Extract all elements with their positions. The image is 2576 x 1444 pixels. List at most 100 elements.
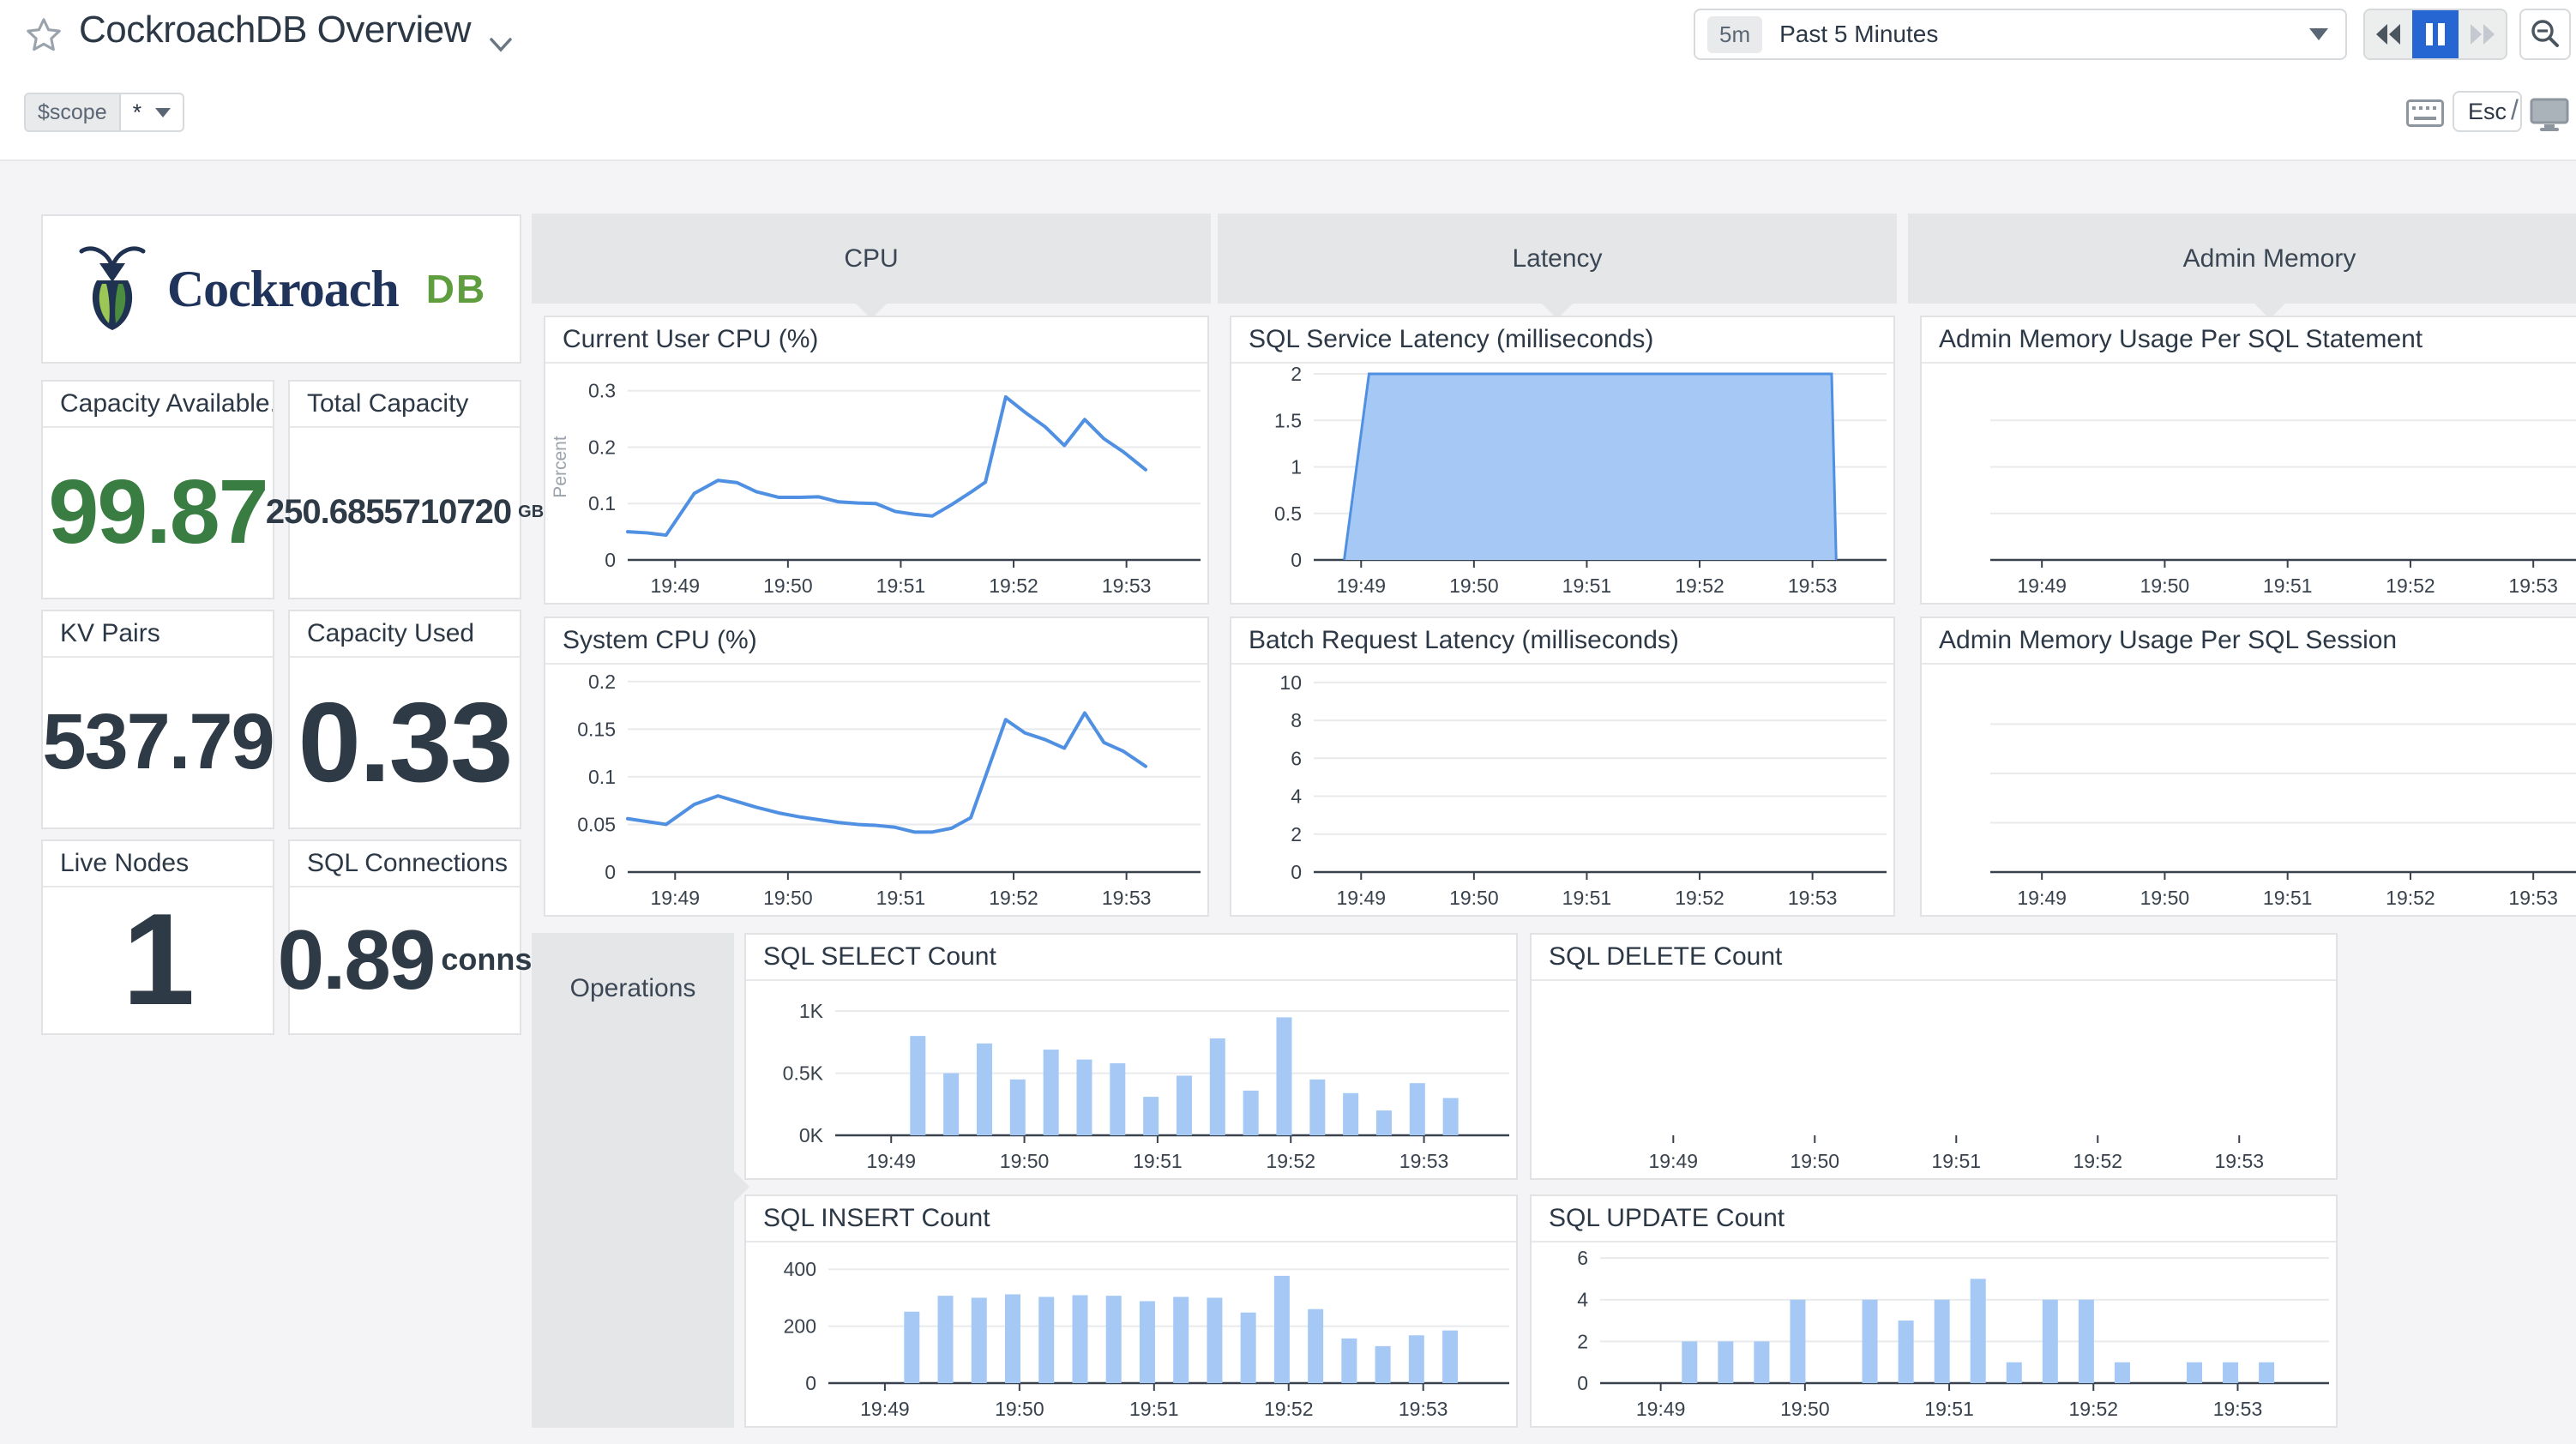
svg-text:19:50: 19:50 (763, 575, 813, 597)
stat-card-live-nodes[interactable]: Live Nodes 1 (41, 839, 274, 1035)
svg-text:6: 6 (1577, 1247, 1588, 1269)
chart-card-admin-memory-session[interactable]: Admin Memory Usage Per SQL Session 19:49… (1920, 617, 2576, 917)
svg-text:19:53: 19:53 (2508, 887, 2558, 909)
svg-text:19:52: 19:52 (2073, 1150, 2122, 1172)
svg-text:19:51: 19:51 (2263, 887, 2313, 909)
cockroach-bug-icon (79, 246, 146, 330)
stat-value: 250.6855710720 (265, 492, 512, 531)
svg-text:19:49: 19:49 (2017, 575, 2067, 597)
stat-value: 99.87 (48, 460, 268, 563)
chart-plot-sql-delete-count[interactable]: 19:49 19:50 19:51 19:52 19:53 (1532, 979, 2336, 1178)
svg-text:19:51: 19:51 (876, 575, 926, 597)
svg-text:19:53: 19:53 (1102, 575, 1152, 597)
stat-title: SQL Connections (290, 841, 520, 887)
svg-text:0.05: 0.05 (577, 813, 616, 835)
chart-plot-current-user-cpu[interactable]: 0 0.1 0.2 0.3 Percent 19:49 19:50 19:51 19:52 19:… (545, 362, 1207, 603)
chevron-down-icon[interactable] (486, 34, 515, 55)
group-header-cpu[interactable]: CPU (532, 214, 1211, 319)
group-header-operations[interactable]: Operations (532, 933, 749, 1428)
chart-plot-sql-insert-count[interactable]: 0 200 400 19:49 19:50 19:51 19:52 19:53 (746, 1241, 1516, 1426)
chart-card-current-user-cpu[interactable]: Current User CPU (%) 0 0.1 0.2 0.3 Percent 19… (544, 316, 1209, 605)
svg-text:4: 4 (1291, 785, 1302, 808)
svg-text:19:53: 19:53 (1788, 887, 1838, 909)
chart-plot-batch-request-latency[interactable]: 0 2 4 6 8 10 19:49 19:50 19:51 19:52 19:53 (1231, 663, 1893, 915)
chart-plot-sql-update-count[interactable]: 0 2 4 6 19:49 19:50 19:51 19:52 19:53 (1532, 1241, 2336, 1426)
svg-text:19:50: 19:50 (995, 1398, 1044, 1420)
stat-card-sql-connections[interactable]: SQL Connections 0.89 conns (278, 839, 532, 1035)
chart-card-sql-service-latency[interactable]: SQL Service Latency (milliseconds) 0 0.5 1… (1230, 316, 1895, 605)
monitor-icon[interactable] (2530, 98, 2569, 132)
chart-card-sql-insert-count[interactable]: SQL INSERT Count 0 200 400 19:49 19:50 19:51 1… (744, 1194, 1518, 1428)
stat-card-capacity-used[interactable]: Capacity Used 0.33 (288, 610, 521, 829)
stat-card-kv-pairs[interactable]: KV Pairs 537.79 (41, 610, 275, 829)
svg-text:19:52: 19:52 (1264, 1398, 1314, 1420)
svg-text:19:50: 19:50 (1449, 887, 1499, 909)
slash-separator: / (2511, 94, 2519, 125)
svg-text:19:53: 19:53 (2214, 1150, 2264, 1172)
scope-var-name: $scope (24, 93, 119, 132)
time-range-label: Past 5 Minutes (1779, 21, 1939, 47)
svg-text:19:52: 19:52 (989, 575, 1038, 597)
svg-text:0: 0 (805, 1372, 816, 1394)
keyboard-icon[interactable] (2406, 99, 2444, 127)
timeline-controls (2363, 9, 2507, 60)
svg-text:0: 0 (605, 549, 616, 571)
svg-text:0: 0 (1577, 1372, 1588, 1394)
svg-text:19:51: 19:51 (1562, 887, 1612, 909)
stat-value: 0.89 (277, 912, 436, 1007)
favorite-star-icon[interactable] (24, 15, 63, 55)
chevron-down-icon (155, 107, 172, 117)
svg-text:19:50: 19:50 (1000, 1150, 1050, 1172)
chart-plot-system-cpu[interactable]: 0 0.05 0.1 0.15 0.2 19:49 19:50 19:51 19:52 19:53 (545, 663, 1207, 915)
chart-title: Admin Memory Usage Per SQL Statement (1922, 317, 2576, 364)
svg-text:0.5: 0.5 (1274, 502, 1302, 525)
svg-text:1.5: 1.5 (1274, 409, 1302, 431)
svg-text:0.1: 0.1 (588, 766, 616, 788)
chart-card-sql-delete-count[interactable]: SQL DELETE Count 19:49 19:50 19:51 19:52 19:… (1530, 933, 2338, 1180)
group-header-latency[interactable]: Latency (1218, 214, 1897, 319)
time-range-badge: 5m (1707, 15, 1763, 53)
chart-card-sql-update-count[interactable]: SQL UPDATE Count 0 2 4 6 19:49 19:50 19:51 19:5… (1530, 1194, 2338, 1428)
chart-card-sql-select-count[interactable]: SQL SELECT Count 0K 0.5K 1K 19:49 19:50 19:51… (744, 933, 1518, 1180)
stat-card-total-capacity[interactable]: Total Capacity 250.6855710720 GB (266, 380, 544, 599)
fast-forward-icon (2470, 24, 2495, 45)
svg-text:19:50: 19:50 (2140, 887, 2190, 909)
group-header-admin-memory[interactable]: Admin Memory (1908, 214, 2576, 319)
svg-text:2: 2 (1291, 823, 1302, 845)
chart-title: SQL DELETE Count (1532, 935, 2336, 981)
svg-text:19:51: 19:51 (2263, 575, 2313, 597)
chart-plot-sql-select-count[interactable]: 0K 0.5K 1K 19:49 19:50 19:51 19:52 19:53 (746, 979, 1516, 1178)
svg-text:19:49: 19:49 (1636, 1398, 1686, 1420)
svg-text:19:51: 19:51 (1562, 575, 1612, 597)
fast-forward-button[interactable] (2459, 10, 2506, 58)
template-variable-scope[interactable]: $scope * (24, 93, 185, 132)
chart-card-admin-memory-statement[interactable]: Admin Memory Usage Per SQL Statement 19:… (1920, 316, 2576, 605)
stat-title: Capacity Available... (43, 382, 273, 428)
chart-card-system-cpu[interactable]: System CPU (%) 0 0.05 0.1 0.15 0.2 19:49 19:50… (544, 617, 1209, 917)
group-label: Latency (1512, 244, 1603, 273)
chart-plot-admin-memory-session[interactable]: 19:49 19:50 19:51 19:52 19:53 (1922, 663, 2576, 915)
logo-wordmark: Cockroach (166, 260, 400, 317)
chart-card-batch-request-latency[interactable]: Batch Request Latency (milliseconds) 0 2 4… (1230, 617, 1895, 917)
svg-text:0.2: 0.2 (588, 436, 616, 458)
svg-text:19:51: 19:51 (876, 887, 926, 909)
chart-plot-admin-memory-statement[interactable]: 19:49 19:50 19:51 19:52 19:53 (1922, 362, 2576, 603)
page-title: CockroachDB Overview (79, 9, 512, 52)
svg-text:19:49: 19:49 (860, 1398, 910, 1420)
zoom-out-button[interactable] (2519, 9, 2571, 60)
scope-var-value[interactable]: * (118, 93, 185, 132)
chart-plot-sql-service-latency[interactable]: 0 0.5 1 1.5 2 19:49 19:50 19:51 19:52 19:53 (1231, 362, 1893, 603)
rewind-button[interactable] (2365, 10, 2412, 58)
stat-card-capacity-available[interactable]: Capacity Available... 99.87 (41, 380, 274, 599)
svg-text:19:53: 19:53 (1102, 887, 1152, 909)
svg-text:19:51: 19:51 (1931, 1150, 1981, 1172)
svg-text:1: 1 (1291, 456, 1302, 478)
svg-text:2: 2 (1291, 363, 1302, 385)
time-range-selector[interactable]: 5m Past 5 Minutes (1694, 9, 2347, 60)
svg-text:19:51: 19:51 (1129, 1398, 1179, 1420)
svg-text:19:53: 19:53 (2508, 575, 2558, 597)
svg-text:19:53: 19:53 (1399, 1398, 1448, 1420)
pause-button[interactable] (2411, 10, 2459, 58)
svg-text:19:49: 19:49 (650, 575, 700, 597)
svg-text:19:52: 19:52 (2068, 1398, 2118, 1420)
